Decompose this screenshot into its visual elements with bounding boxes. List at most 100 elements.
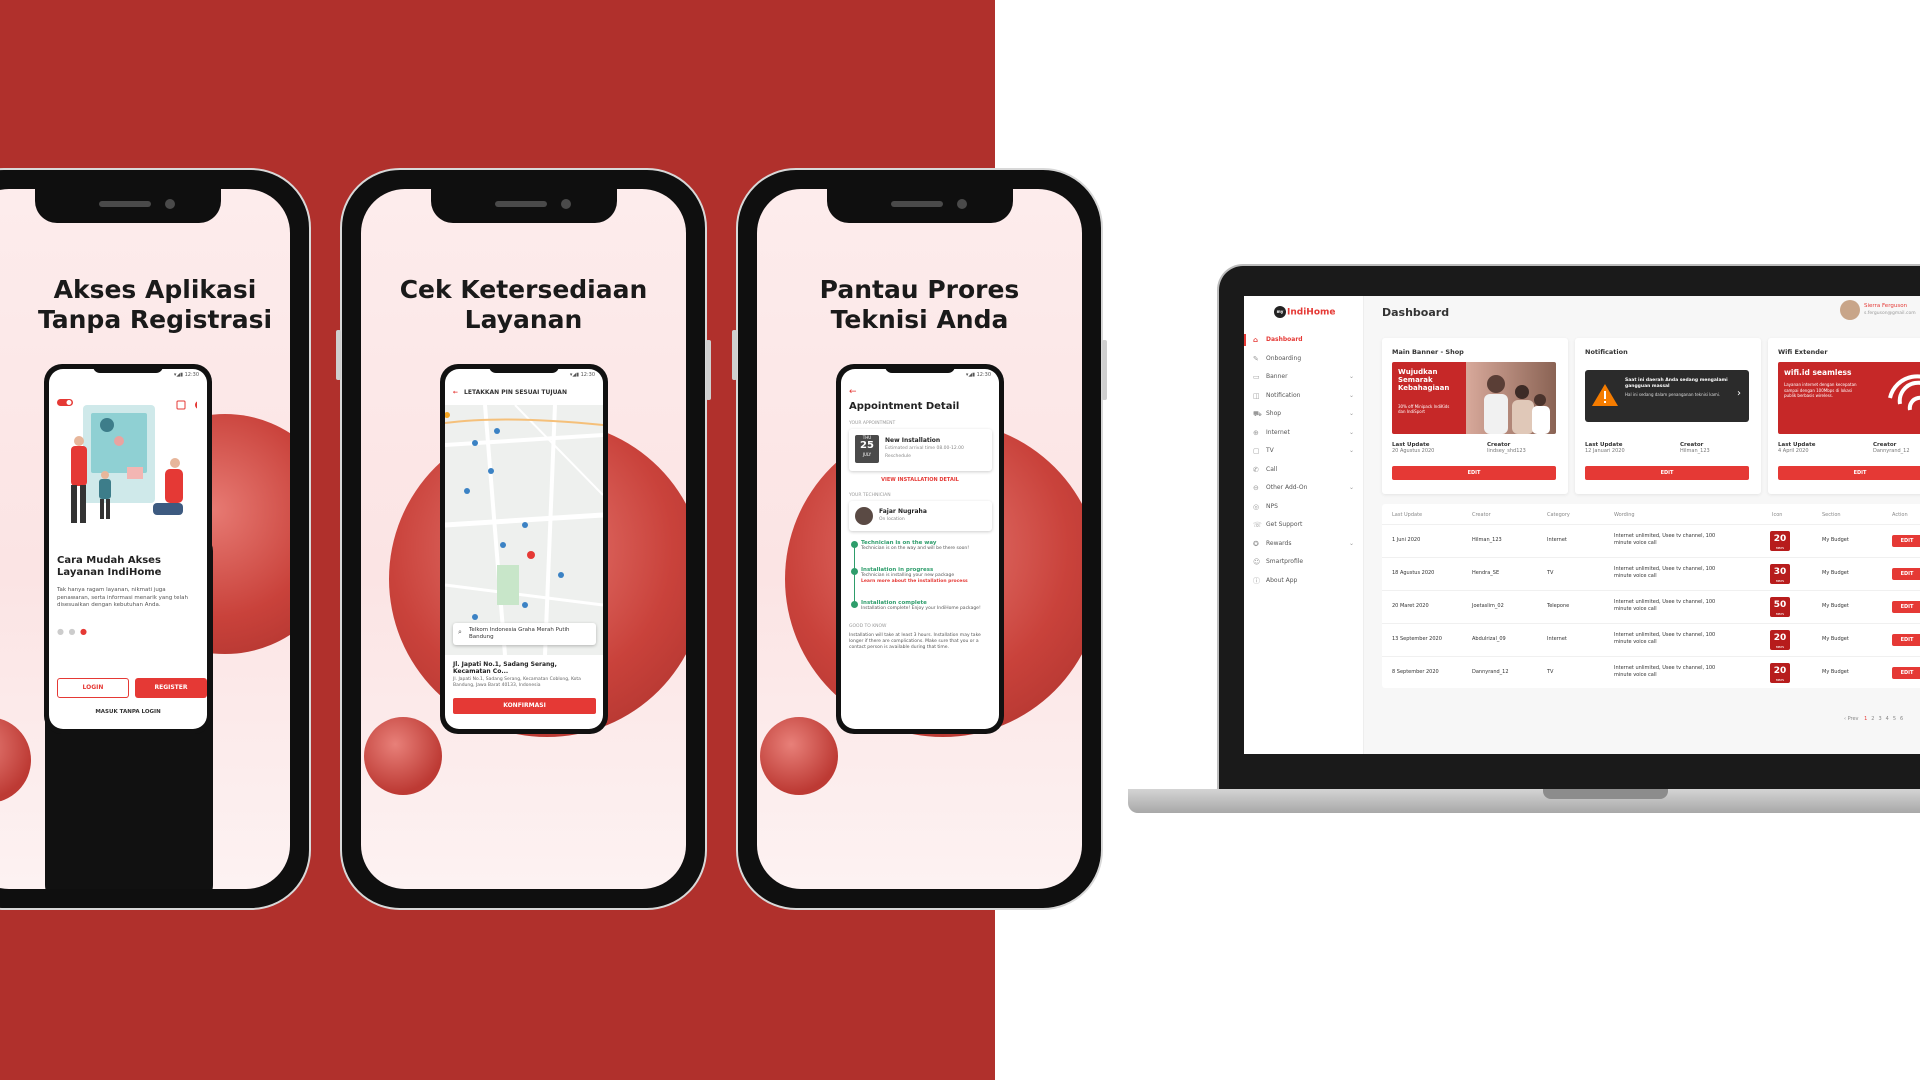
edit-button[interactable]: EDIT	[1892, 667, 1920, 679]
cell-creator: Hendra_SE	[1472, 570, 1500, 576]
speed-unit: MBPS	[1775, 645, 1785, 649]
sidebar-item-dashboard[interactable]: ⌂ Dashboard	[1244, 332, 1364, 348]
page-title: Dashboard	[1382, 306, 1450, 319]
onboarding-icon: ✎	[1253, 354, 1259, 363]
chevron-down-icon[interactable]: ⌄	[1349, 388, 1354, 404]
progress-step: Installation complete Installation compl…	[861, 600, 989, 612]
user-profile[interactable]: Sierra Ferguson s.ferguson@gmail.com	[1840, 298, 1920, 322]
sidebar-item-rewards[interactable]: ✪ Rewards ⌄	[1244, 536, 1364, 552]
meta-value: lindsey_shd123	[1487, 448, 1526, 454]
register-button[interactable]: REGISTER	[135, 678, 207, 698]
edit-button[interactable]: EDIT	[1392, 466, 1556, 480]
cell-section: My Budget	[1822, 537, 1849, 543]
column-header: Last Update	[1392, 512, 1423, 518]
step-dot	[851, 568, 858, 575]
login-button[interactable]: LOGIN	[57, 678, 129, 698]
sidebar-item-label: Dashboard	[1266, 336, 1303, 343]
promo-title: Pantau Prores Teknisi Anda	[757, 275, 1082, 335]
cell-icon: 20 MBPS	[1770, 531, 1790, 551]
notification-subtitle: Hal ini sedang dalam penanganan teknisi …	[1625, 392, 1721, 397]
speed-unit: MBPS	[1775, 678, 1785, 682]
edit-button[interactable]: EDIT	[1892, 601, 1920, 613]
page-number[interactable]: 3	[1878, 716, 1881, 722]
sidebar-item-other-add-on[interactable]: ⊖ Other Add-On ⌄	[1244, 480, 1364, 496]
edit-button[interactable]: EDIT	[1892, 568, 1920, 580]
appointment-card[interactable]: THU 25 JULY New Installation Estimated a…	[849, 429, 992, 471]
edit-button[interactable]: EDIT	[1585, 466, 1749, 480]
cell-creator: Joetaslim_02	[1472, 603, 1504, 609]
mini-notch	[885, 364, 955, 373]
card-notification: Notification Saat ini daerah Anda sedang…	[1575, 338, 1761, 494]
sidebar-item-about-app[interactable]: ⓘ About App	[1244, 573, 1364, 589]
sidebar-item-label: TV	[1266, 447, 1274, 454]
view-installation-detail-link[interactable]: VIEW INSTALLATION DETAIL	[841, 477, 999, 483]
speed-value: 20	[1773, 666, 1787, 676]
sidebar-item-nps[interactable]: ◎ NPS	[1244, 499, 1364, 515]
table-row: 18 Agustus 2020 Hendra_SE TV Internet unlim…	[1382, 557, 1920, 590]
page-number[interactable]: 6	[1900, 716, 1903, 722]
speed-value: 30	[1773, 567, 1787, 577]
good-to-know-text: Installation will take at least 3 hours.…	[849, 633, 981, 650]
sidebar-item-notification[interactable]: ◫ Notification ⌄	[1244, 388, 1364, 404]
progress-step: Technician is on the way Technician is o…	[861, 540, 989, 552]
speed-value: 50	[1773, 600, 1787, 610]
page-numbers: 123456	[1860, 716, 1903, 722]
sidebar-item-smartprofile[interactable]: ☺ Smartprofile	[1244, 554, 1364, 570]
sidebar-item-call[interactable]: ✆ Call	[1244, 462, 1364, 478]
speed-value: 20	[1773, 534, 1787, 544]
last-update-meta: Last Update 12 Januari 2020	[1585, 442, 1625, 454]
sidebar-item-banner[interactable]: ▭ Banner ⌄	[1244, 369, 1364, 385]
edit-button[interactable]: EDIT	[1892, 535, 1920, 547]
map-header: ← LETAKKAN PIN SESUAI TUJUAN	[445, 383, 603, 405]
mini-notch	[489, 364, 559, 373]
chevron-down-icon[interactable]: ⌄	[1349, 406, 1354, 422]
sidebar-item-internet[interactable]: ⊕ Internet ⌄	[1244, 425, 1364, 441]
back-arrow-icon[interactable]: ←	[453, 389, 458, 396]
column-header: Icon	[1772, 512, 1783, 518]
promo-title-line: Tanpa Registrasi	[37, 305, 273, 334]
cell-creator: Abdulrizal_09	[1472, 636, 1506, 642]
location-search-input[interactable]: ⌕ Telkom Indonesia Graha Merah Putih Ban…	[453, 623, 596, 645]
installation-process-link[interactable]: Learn more about the installation proces…	[861, 579, 989, 584]
card-main-banner: Main Banner - Shop Wujudkan Semarak Keba…	[1382, 338, 1568, 494]
map-view[interactable]	[445, 404, 603, 656]
sidebar-item-shop[interactable]: ⛟ Shop ⌄	[1244, 406, 1364, 422]
chevron-down-icon[interactable]: ⌄	[1349, 443, 1354, 459]
guest-login-link[interactable]: MASUK TANPA LOGIN	[49, 709, 207, 715]
chevron-down-icon[interactable]: ⌄	[1349, 425, 1354, 441]
back-arrow-icon[interactable]: ←	[849, 387, 857, 397]
section-label: GOOD TO KNOW	[849, 624, 887, 629]
logo-badge: my	[1274, 306, 1286, 318]
edit-button[interactable]: EDIT	[1892, 634, 1920, 646]
last-update-meta: Last Update 20 Agustus 2020	[1392, 442, 1434, 454]
sidebar-item-label: Get Support	[1266, 521, 1303, 528]
progress-step: Installation in progress Technician is i…	[861, 567, 989, 584]
notification-icon: ◫	[1253, 391, 1260, 400]
sidebar-item-tv[interactable]: ▢ TV ⌄	[1244, 443, 1364, 459]
technician-card[interactable]: Fajar Nugraha On location	[849, 501, 992, 531]
cell-last-update: 8 September 2020	[1392, 669, 1439, 675]
chevron-down-icon[interactable]: ⌄	[1349, 536, 1354, 552]
power-button	[1102, 340, 1107, 400]
cell-section: My Budget	[1822, 669, 1849, 675]
chevron-down-icon[interactable]: ⌄	[1349, 369, 1354, 385]
page-number[interactable]: 1	[1864, 716, 1867, 722]
cell-icon: 50 MBPS	[1770, 597, 1790, 617]
section-label: YOUR TECHNICIAN	[849, 493, 891, 498]
search-icon: ⌕	[458, 628, 462, 636]
confirm-button[interactable]: KONFIRMASI	[453, 698, 596, 714]
chevron-down-icon[interactable]: ⌄	[1349, 480, 1354, 496]
column-header: Category	[1547, 512, 1570, 518]
page-number[interactable]: 5	[1893, 716, 1896, 722]
sidebar-item-get-support[interactable]: ☏ Get Support	[1244, 517, 1364, 533]
onboarding-screen: ▾◢▮ 12:30 Cara Mudah Akses Layanan IndiH…	[49, 369, 207, 729]
cell-category: TV	[1547, 570, 1554, 576]
edit-button[interactable]: EDIT	[1778, 466, 1920, 480]
table-row: 1 Juni 2020 Hilman_123 Internet Internet un…	[1382, 524, 1920, 557]
page-number[interactable]: 2	[1871, 716, 1874, 722]
step-description: Installation complete! Enjoy your IndiHo…	[861, 606, 981, 611]
prev-page-button[interactable]: ‹ Prev	[1844, 716, 1859, 722]
sidebar-item-onboarding[interactable]: ✎ Onboarding	[1244, 351, 1364, 367]
speed-unit: MBPS	[1775, 579, 1785, 583]
page-number[interactable]: 4	[1886, 716, 1889, 722]
